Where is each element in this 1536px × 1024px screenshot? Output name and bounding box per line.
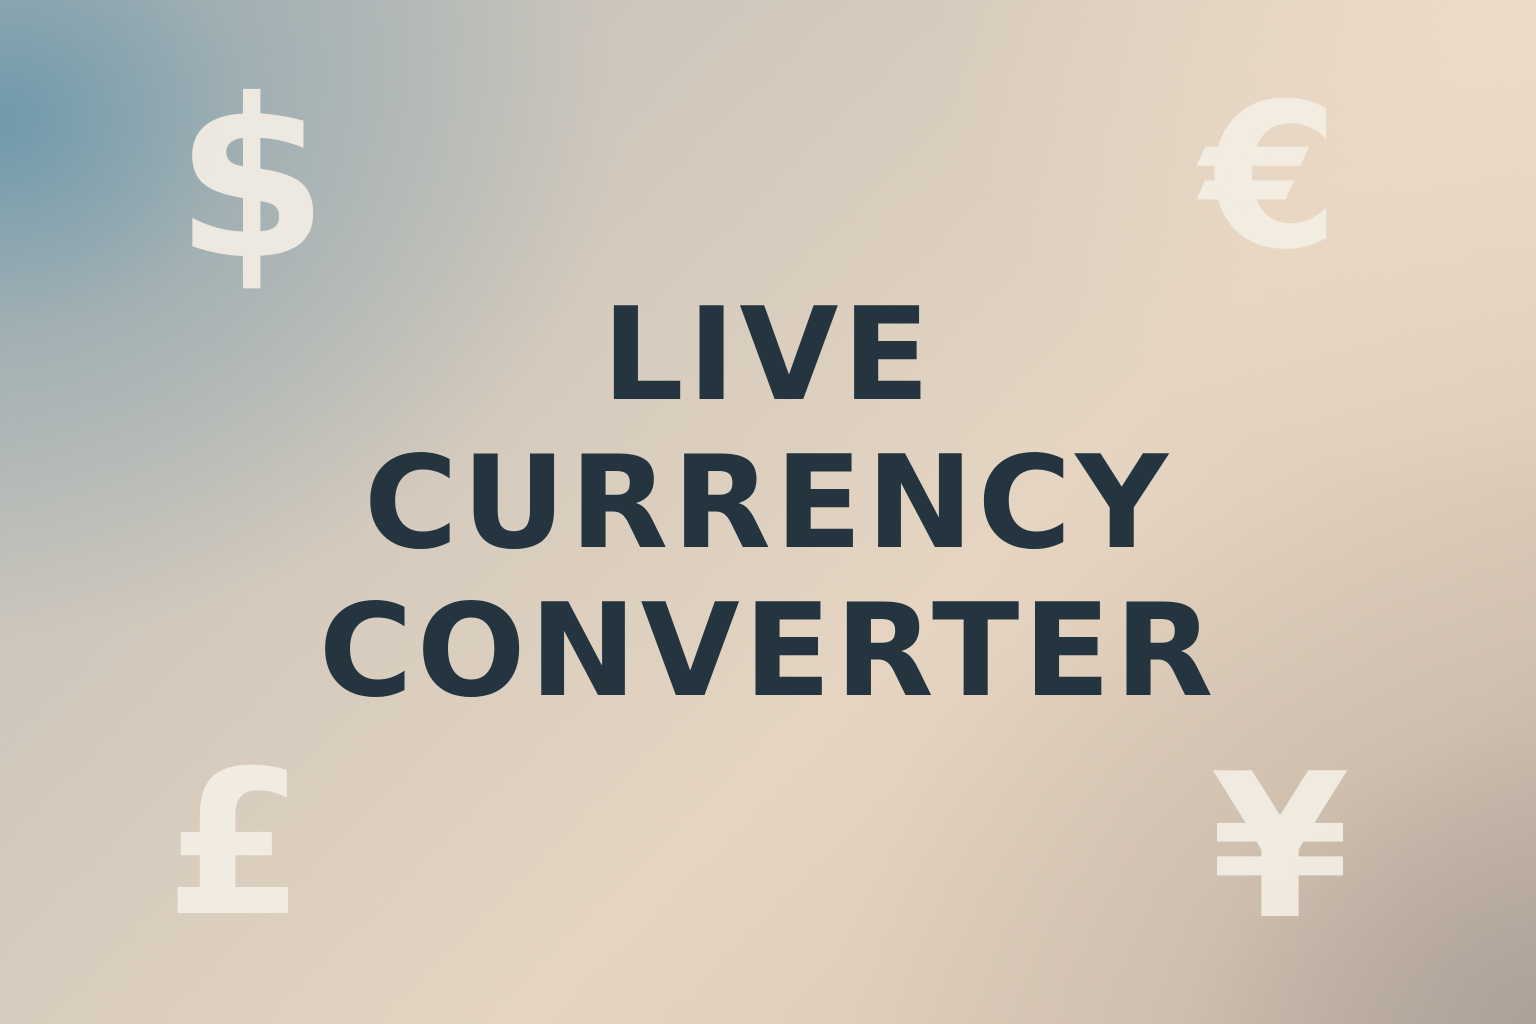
euro-icon: € <box>1200 61 1340 294</box>
pound-icon: £ <box>165 728 305 961</box>
title-line-currency: CURRENCY <box>363 429 1173 578</box>
yen-icon: ¥ <box>1210 731 1350 964</box>
dollar-icon: $ <box>175 52 329 308</box>
title-line-converter: CONVERTER <box>318 577 1218 726</box>
title-line-live: LIVE <box>602 281 934 430</box>
page-title: LIVE CURRENCY CONVERTER <box>0 282 1536 726</box>
